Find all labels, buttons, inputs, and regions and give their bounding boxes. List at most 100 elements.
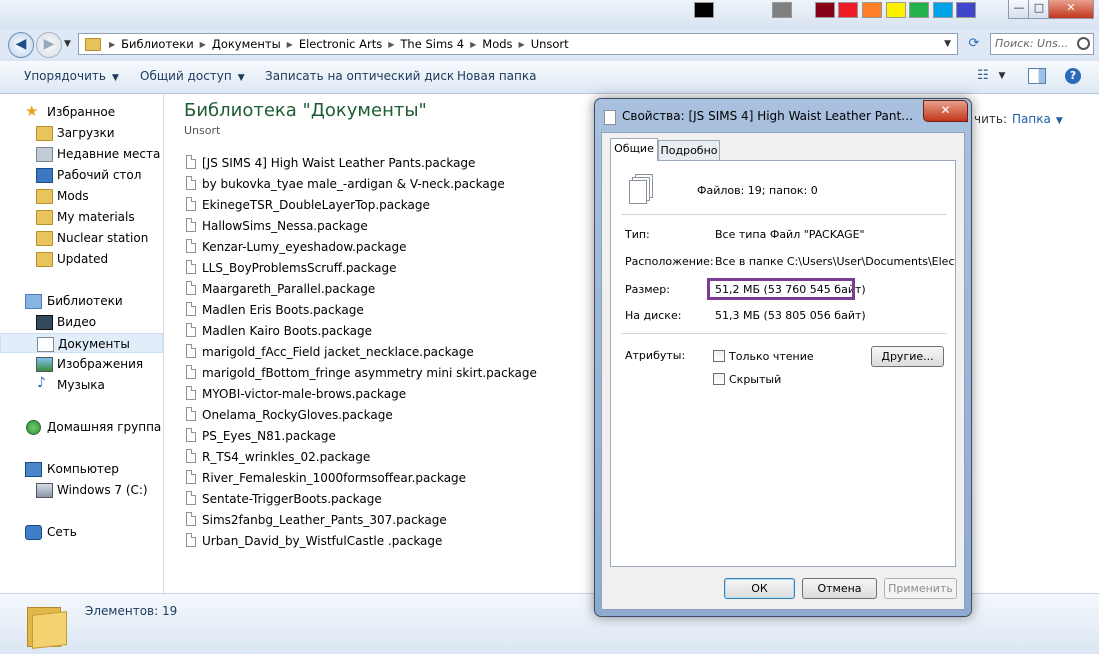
nav-item-updated[interactable]: Updated	[0, 249, 163, 269]
chevron-right-icon[interactable]: ▶	[285, 40, 295, 49]
nav-item-video[interactable]: Видео	[0, 312, 163, 332]
hidden-label[interactable]: Скрытый	[729, 373, 781, 386]
nav-homegroup[interactable]: Домашняя группа	[0, 417, 163, 437]
color-swatch	[694, 2, 714, 18]
nav-item-mods[interactable]: Mods	[0, 186, 163, 206]
chevron-right-icon[interactable]: ▶	[198, 40, 208, 49]
file-list-item[interactable]: Kenzar-Lumy_eyeshadow.package	[186, 237, 586, 258]
forward-button[interactable]: ▶	[36, 32, 62, 58]
chevron-right-icon[interactable]: ▶	[468, 40, 478, 49]
file-list-item[interactable]: MYOBI-victor-male-brows.package	[186, 384, 586, 405]
chevron-right-icon[interactable]: ▶	[107, 40, 117, 49]
file-list-item[interactable]: marigold_fAcc_Field jacket_necklace.pack…	[186, 342, 586, 363]
nav-label: My materials	[57, 210, 135, 224]
file-icon	[186, 428, 196, 442]
breadcrumb-documents[interactable]: Документы	[208, 37, 285, 51]
file-list-item[interactable]: PS_Eyes_N81.package	[186, 426, 586, 447]
video-library-icon	[36, 315, 53, 330]
chevron-right-icon[interactable]: ▶	[386, 40, 396, 49]
breadcrumb-electronic-arts[interactable]: Electronic Arts	[295, 37, 386, 51]
nav-item-nuclear-station[interactable]: Nuclear station	[0, 228, 163, 248]
recent-places-icon	[36, 147, 53, 162]
address-bar[interactable]: ▶ Библиотеки ▶ Документы ▶ Electronic Ar…	[78, 33, 958, 55]
nav-item-images[interactable]: Изображения	[0, 354, 163, 374]
multiple-files-icon	[629, 174, 653, 204]
file-list-item[interactable]: marigold_fBottom_fringe asymmetry mini s…	[186, 363, 586, 384]
file-list-item[interactable]: EkinegeTSR_DoubleLayerTop.package	[186, 195, 586, 216]
chevron-right-icon[interactable]: ▶	[517, 40, 527, 49]
file-name: by bukovka_tyae male_-ardigan & V-neck.p…	[202, 177, 505, 191]
file-list-item[interactable]: HallowSims_Nessa.package	[186, 216, 586, 237]
breadcrumb-mods[interactable]: Mods	[478, 37, 516, 51]
nav-label: Windows 7 (C:)	[57, 483, 148, 497]
hidden-checkbox[interactable]	[713, 373, 725, 385]
file-list-item[interactable]: Onelama_RockyGloves.package	[186, 405, 586, 426]
nav-item-music[interactable]: ♪ Музыка	[0, 375, 163, 395]
color-swatch	[838, 2, 858, 18]
search-input[interactable]: Поиск: Uns...	[990, 33, 1094, 55]
file-list-item[interactable]: [JS SIMS 4] High Waist Leather Pants.pac…	[186, 153, 586, 174]
file-list-item[interactable]: Madlen Eris Boots.package	[186, 300, 586, 321]
breadcrumb-unsort[interactable]: Unsort	[527, 37, 573, 51]
nav-item-documents[interactable]: Документы	[0, 333, 163, 353]
nav-network[interactable]: Сеть	[0, 522, 163, 542]
folder-icon	[27, 603, 67, 649]
file-name: Kenzar-Lumy_eyeshadow.package	[202, 240, 407, 254]
file-name: Sims2fanbg_Leather_Pants_307.package	[202, 513, 447, 527]
file-list-item[interactable]: Sentate-TriggerBoots.package	[186, 489, 586, 510]
history-dropdown-icon[interactable]: ▼	[64, 39, 71, 49]
file-icon	[186, 176, 196, 190]
folder-icon	[36, 210, 53, 225]
readonly-label[interactable]: Только чтение	[729, 350, 814, 363]
file-list-item[interactable]: River_Femaleskin_1000formsoffear.package	[186, 468, 586, 489]
file-list-item[interactable]: Maargareth_Parallel.package	[186, 279, 586, 300]
tab-details[interactable]: Подробно	[658, 140, 720, 160]
maximize-button[interactable]: □	[1028, 0, 1050, 19]
nav-item-recent-places[interactable]: Недавние места	[0, 144, 163, 164]
nav-item-desktop[interactable]: Рабочий стол	[0, 165, 163, 185]
cancel-button[interactable]: Отмена	[802, 578, 877, 599]
close-button[interactable]: ✕	[1048, 0, 1094, 19]
nav-label: Недавние места	[57, 147, 161, 161]
nav-item-downloads[interactable]: Загрузки	[0, 123, 163, 143]
file-list-item[interactable]: Madlen Kairo Boots.package	[186, 321, 586, 342]
downloads-folder-icon	[36, 126, 53, 141]
breadcrumb-the-sims-4[interactable]: The Sims 4	[396, 37, 468, 51]
dialog-close-button[interactable]: ✕	[923, 100, 968, 122]
back-button[interactable]: ◀	[8, 32, 34, 58]
ok-button[interactable]: ОК	[724, 578, 795, 599]
minimize-button[interactable]: —	[1008, 0, 1030, 19]
preview-pane-icon[interactable]	[1028, 68, 1046, 84]
view-options-icon[interactable]: ☷	[975, 68, 991, 84]
desktop-icon	[36, 168, 53, 183]
nav-label: Домашняя группа	[47, 420, 162, 434]
refresh-icon[interactable]: ⟳	[962, 35, 986, 53]
apply-button[interactable]: Применить	[884, 578, 957, 599]
help-icon[interactable]: ?	[1065, 68, 1081, 84]
nav-libraries[interactable]: Библиотеки	[0, 291, 163, 311]
chevron-down-icon[interactable]: ▼	[996, 71, 1008, 87]
share-button[interactable]: Общий доступ ▼	[140, 69, 245, 83]
burn-button[interactable]: Записать на оптический диск	[265, 69, 454, 83]
nav-item-my-materials[interactable]: My materials	[0, 207, 163, 227]
arrange-by-dropdown[interactable]: Папка ▼	[1012, 112, 1063, 126]
file-list-item[interactable]: Sims2fanbg_Leather_Pants_307.package	[186, 510, 586, 531]
file-list-item[interactable]: LLS_BoyProblemsScruff.package	[186, 258, 586, 279]
address-dropdown-icon[interactable]: ▼	[938, 39, 957, 49]
breadcrumb-libraries[interactable]: Библиотеки	[117, 37, 198, 51]
nav-favorites[interactable]: ★ Избранное	[0, 102, 163, 122]
file-list-item[interactable]: Urban_David_by_WistfulCastle .package	[186, 531, 586, 552]
other-attributes-button[interactable]: Другие...	[871, 346, 944, 367]
readonly-checkbox[interactable]	[713, 350, 725, 362]
file-list-item[interactable]: R_TS4_wrinkles_02.package	[186, 447, 586, 468]
new-folder-button[interactable]: Новая папка	[457, 69, 536, 83]
file-icon	[186, 260, 196, 274]
file-name: PS_Eyes_N81.package	[202, 429, 336, 443]
organize-button[interactable]: Упорядочить ▼	[24, 69, 119, 83]
file-list-item[interactable]: by bukovka_tyae male_-ardigan & V-neck.p…	[186, 174, 586, 195]
nav-computer[interactable]: Компьютер	[0, 459, 163, 479]
nav-item-drive-c[interactable]: Windows 7 (C:)	[0, 480, 163, 500]
nav-label: Nuclear station	[57, 231, 149, 245]
tab-general[interactable]: Общие	[610, 138, 658, 161]
file-icon	[186, 365, 196, 379]
